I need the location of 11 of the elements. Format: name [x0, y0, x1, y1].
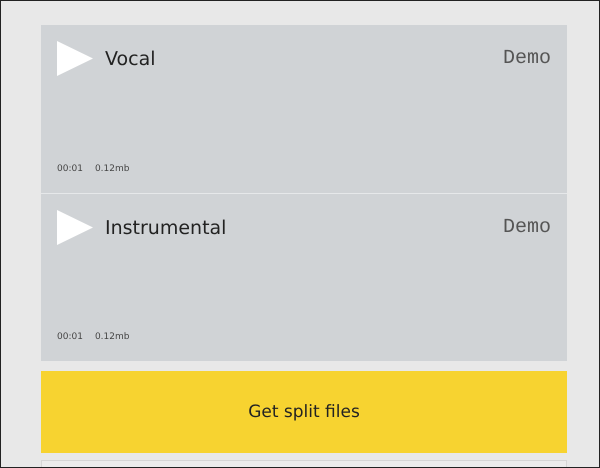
track-duration: 00:01 — [57, 332, 83, 342]
track-name: Vocal — [105, 48, 156, 70]
play-icon[interactable] — [57, 41, 93, 76]
track-name: Instrumental — [105, 216, 226, 238]
demo-label: Demo — [502, 216, 551, 239]
play-icon[interactable] — [57, 210, 93, 245]
track-duration: 00:01 — [57, 164, 83, 174]
get-split-files-button[interactable]: Get split files — [41, 371, 567, 453]
demo-label: Demo — [502, 47, 551, 70]
track-size: 0.12mb — [94, 164, 130, 174]
track-size: 0.12mb — [94, 332, 130, 342]
